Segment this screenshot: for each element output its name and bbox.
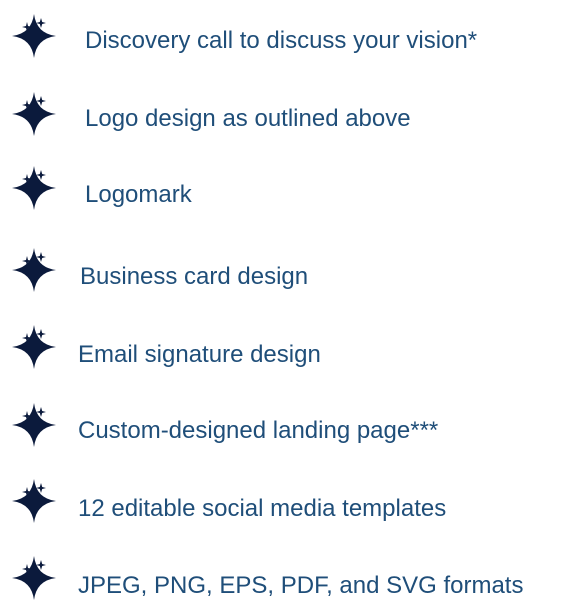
sparkle-icon [12,479,56,523]
list-item: Email signature design [0,311,576,385]
list-item: Discovery call to discuss your vision* [0,0,576,74]
sparkle-icon [12,248,56,292]
list-item: Custom-designed landing page*** [0,389,576,463]
list-item: JPEG, PNG, EPS, PDF, and SVG formats [0,542,576,616]
item-label: 12 editable social media templates [78,495,447,522]
deliverables-list: Discovery call to discuss your vision* L… [0,0,576,616]
item-label: Logo design as outlined above [85,105,411,132]
item-label: Custom-designed landing page*** [78,417,439,444]
item-label: JPEG, PNG, EPS, PDF, and SVG formats [78,572,524,599]
item-label: Business card design [80,263,309,290]
list-item: 12 editable social media templates [0,465,576,539]
item-label: Discovery call to discuss your vision* [85,27,478,54]
sparkle-icon [12,556,56,600]
item-label: Email signature design [78,341,321,368]
list-item: Logomark [0,152,576,226]
item-label: Logomark [85,181,192,208]
list-item: Logo design as outlined above [0,78,576,152]
sparkle-icon [12,92,56,136]
sparkle-icon [12,166,56,210]
sparkle-icon [12,14,56,58]
list-item: Business card design [0,234,576,308]
sparkle-icon [12,403,56,447]
sparkle-icon [12,325,56,369]
